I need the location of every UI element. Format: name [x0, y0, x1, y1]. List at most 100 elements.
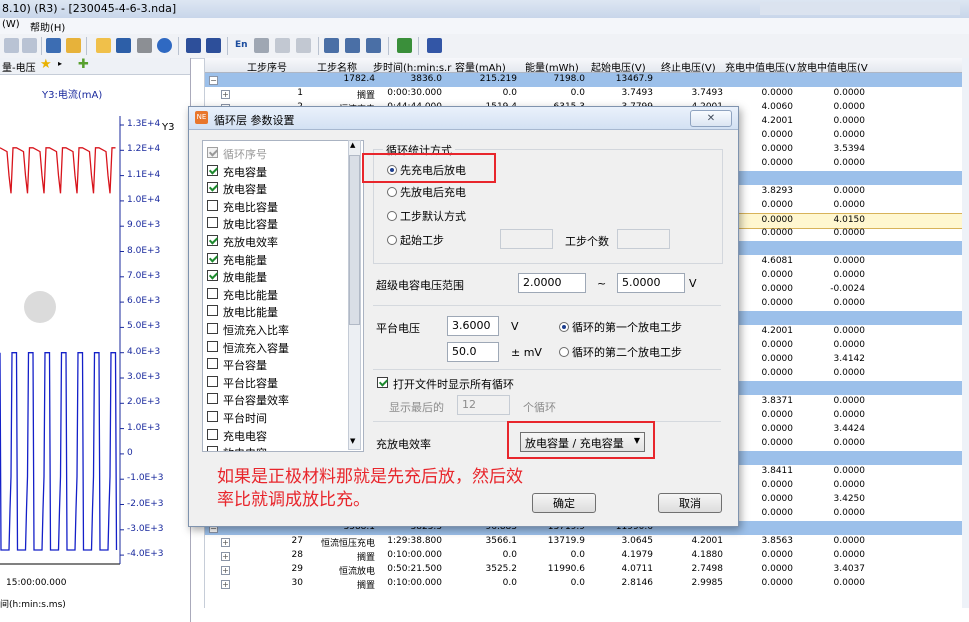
- header-step-no[interactable]: 工步序号: [247, 59, 287, 74]
- table-icon[interactable]: [324, 38, 339, 53]
- show-all-cycles-checkbox[interactable]: [377, 377, 388, 388]
- print-icon[interactable]: [137, 38, 152, 53]
- radio-start-step[interactable]: [387, 235, 397, 245]
- menu-help[interactable]: 帮助(H): [30, 19, 65, 34]
- table2-icon[interactable]: [345, 38, 360, 53]
- list-icon[interactable]: [275, 38, 290, 53]
- checkbox[interactable]: [207, 217, 218, 229]
- arrow-left-icon[interactable]: [186, 38, 201, 53]
- menu-window[interactable]: (W): [2, 19, 20, 30]
- table-cell: 3.4250: [833, 494, 866, 504]
- checkbox[interactable]: [207, 358, 218, 370]
- table-cell: 4.2001: [691, 536, 724, 546]
- show-all-cycles-label[interactable]: 打开文件时显示所有循环: [393, 376, 514, 392]
- redo-icon[interactable]: [22, 38, 37, 53]
- checkbox[interactable]: [207, 182, 218, 194]
- platform-voltage-input[interactable]: 3.6000: [447, 316, 499, 336]
- radio-discharge-first-label[interactable]: 先放电后充电: [400, 184, 466, 200]
- checkbox[interactable]: [207, 446, 218, 451]
- grid-settings-icon[interactable]: [427, 38, 442, 53]
- header-step-name[interactable]: 工步名称: [317, 59, 357, 74]
- step-count-input[interactable]: [617, 229, 670, 249]
- ok-button[interactable]: 确定: [532, 493, 596, 513]
- header-end-voltage[interactable]: 终止电压(V): [661, 59, 716, 74]
- radio-discharge-first[interactable]: [387, 187, 397, 197]
- help-icon[interactable]: [157, 38, 172, 53]
- header-capacity[interactable]: 容量(mAh): [455, 59, 506, 74]
- expand-toggle-icon[interactable]: +: [221, 90, 230, 99]
- table-row[interactable]: − 1782.4 3836.0 215.219 7198.0 13467.9: [205, 73, 963, 87]
- close-button[interactable]: ✕: [690, 110, 732, 127]
- checkbox[interactable]: [207, 270, 218, 282]
- header-start-voltage[interactable]: 起始电压(V): [591, 59, 646, 74]
- header-step-time[interactable]: 步时间(h:min:s.r: [373, 59, 451, 74]
- scroll-thumb[interactable]: [349, 155, 360, 325]
- checkbox[interactable]: [207, 340, 218, 352]
- checkbox[interactable]: [207, 393, 218, 405]
- checkbox[interactable]: [207, 411, 218, 422]
- scroll-up-icon[interactable]: ▲: [350, 141, 355, 149]
- list2-icon[interactable]: [296, 38, 311, 53]
- start-step-input[interactable]: [500, 229, 553, 249]
- undo-icon[interactable]: [4, 38, 19, 53]
- arrow-right-icon[interactable]: [206, 38, 221, 53]
- radio-second-discharge-step[interactable]: [559, 347, 569, 357]
- radio-first-discharge-step[interactable]: [559, 322, 569, 332]
- table3-icon[interactable]: [366, 38, 381, 53]
- charge-current-series: [0, 147, 116, 194]
- header-charge-mid-voltage[interactable]: 充电中值电压(V: [725, 59, 796, 74]
- checkbox[interactable]: [207, 147, 218, 158]
- radio-step-default-label[interactable]: 工步默认方式: [400, 208, 466, 224]
- checkbox[interactable]: [207, 164, 218, 176]
- header-discharge-mid-voltage[interactable]: 放电中值电压(V: [797, 59, 868, 74]
- table-cell: 0.0000: [761, 564, 794, 574]
- radio-start-step-label[interactable]: 起始工步: [400, 232, 444, 248]
- save-icon[interactable]: [116, 38, 131, 53]
- y-tick-label: 9.0E+3: [127, 220, 161, 231]
- checkbox[interactable]: [207, 235, 218, 246]
- pin-icon[interactable]: [254, 38, 269, 53]
- supercap-min-input[interactable]: 2.0000: [518, 273, 586, 293]
- radio-second-discharge-step-label[interactable]: 循环的第二个放电工步: [572, 344, 682, 360]
- checkbox[interactable]: [207, 305, 218, 317]
- table-cell: 4.2001: [761, 116, 794, 126]
- checkbox[interactable]: [207, 428, 218, 440]
- cycle-settings-dialog: NE 循环层 参数设置 ✕ 循环序号 充电容量 放电容量 充电比容量 放电比容量 充放电效…: [188, 106, 739, 527]
- checkbox[interactable]: [207, 199, 218, 211]
- expand-toggle-icon[interactable]: +: [221, 566, 230, 575]
- chart-plot[interactable]: [0, 58, 190, 622]
- expand-toggle-icon[interactable]: +: [221, 580, 230, 589]
- window-controls[interactable]: [760, 2, 960, 15]
- show-last-input[interactable]: 12: [457, 395, 510, 415]
- radio-first-discharge-step-label[interactable]: 循环的第一个放电工步: [572, 319, 682, 335]
- expand-toggle-icon[interactable]: +: [221, 538, 230, 547]
- checkbox[interactable]: [207, 323, 218, 334]
- cancel-button[interactable]: 取消: [658, 493, 722, 513]
- scroll-down-icon[interactable]: ▼: [350, 437, 355, 445]
- table-scrollbar[interactable]: [962, 58, 969, 608]
- language-en-icon[interactable]: En: [235, 38, 250, 53]
- radio-step-default[interactable]: [387, 211, 397, 221]
- header-energy[interactable]: 能量(mWh): [525, 59, 579, 74]
- checklist-scrollbar[interactable]: ▲ ▼: [348, 140, 361, 450]
- platform-delta-input[interactable]: 50.0: [447, 342, 499, 362]
- supercap-max-input[interactable]: 5.0000: [617, 273, 685, 293]
- checklist-item-label: 平台时间: [223, 412, 267, 425]
- checkbox[interactable]: [207, 375, 218, 387]
- checkbox[interactable]: [207, 252, 218, 264]
- table-row[interactable]: +29 恒流放电 0:50:21.500 3525.2 11990.6 4.0711 2.7…: [205, 563, 963, 577]
- filter-icon[interactable]: [66, 38, 81, 53]
- y-tick-label: 2.0E+3: [127, 397, 161, 408]
- table-row[interactable]: +28 搁置 0:10:00.000 0.0 0.0 4.1979 4.1880 0.0000…: [205, 549, 963, 563]
- table-row[interactable]: +27 恒流恒压充电 1:29:38.800 3566.1 13719.9 3.0645 4…: [205, 535, 963, 549]
- expand-toggle-icon[interactable]: −: [209, 76, 218, 85]
- excel-export-icon[interactable]: [397, 38, 412, 53]
- line-tool-icon[interactable]: [46, 38, 61, 53]
- checkbox[interactable]: [207, 287, 218, 299]
- expand-toggle-icon[interactable]: +: [221, 552, 230, 561]
- table-cell: 4.6081: [761, 256, 794, 266]
- open-folder-icon[interactable]: [96, 38, 111, 53]
- table-row[interactable]: +30 搁置 0:10:00.000 0.0 0.0 2.8146 2.9985 0.0000…: [205, 577, 963, 591]
- table-row[interactable]: +1 搁置 0:00:30.000 0.0 0.0 3.7493 3.7493 0.0000 0…: [205, 87, 963, 101]
- table-cell: 0.0000: [761, 354, 794, 364]
